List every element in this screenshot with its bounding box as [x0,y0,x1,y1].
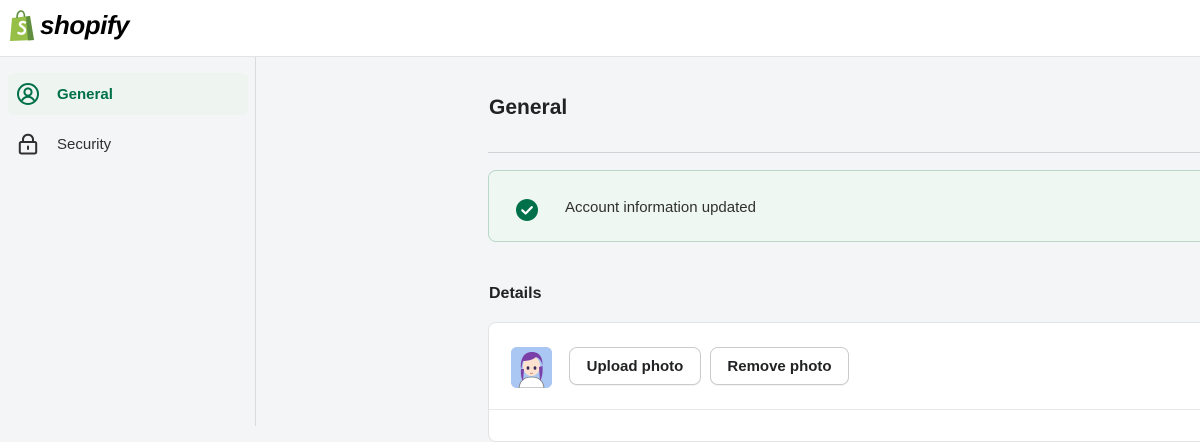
sidebar-item-label: General [57,85,113,103]
upload-photo-button[interactable]: Upload photo [569,347,701,385]
sidebar-item-security[interactable]: Security [8,123,248,165]
lock-icon [16,132,40,156]
details-heading: Details [489,285,542,302]
shopify-bag-icon [10,10,34,41]
user-circle-icon [16,82,40,106]
top-bar: shopify [0,0,1200,57]
success-banner: Account information updated [488,170,1200,242]
shopify-logo[interactable]: shopify [8,10,129,42]
avatar [511,347,552,388]
sidebar: General Security [0,57,256,426]
page-title: General [489,96,568,119]
title-divider [488,152,1200,153]
banner-message: Account information updated [565,199,756,216]
card-divider [489,409,1200,410]
check-circle-icon [516,199,538,221]
details-card: Upload photo Remove photo [488,322,1200,442]
sidebar-item-label: Security [57,135,112,153]
remove-photo-button[interactable]: Remove photo [710,347,849,385]
shopify-wordmark: shopify [40,10,129,40]
sidebar-item-general[interactable]: General [8,73,248,115]
